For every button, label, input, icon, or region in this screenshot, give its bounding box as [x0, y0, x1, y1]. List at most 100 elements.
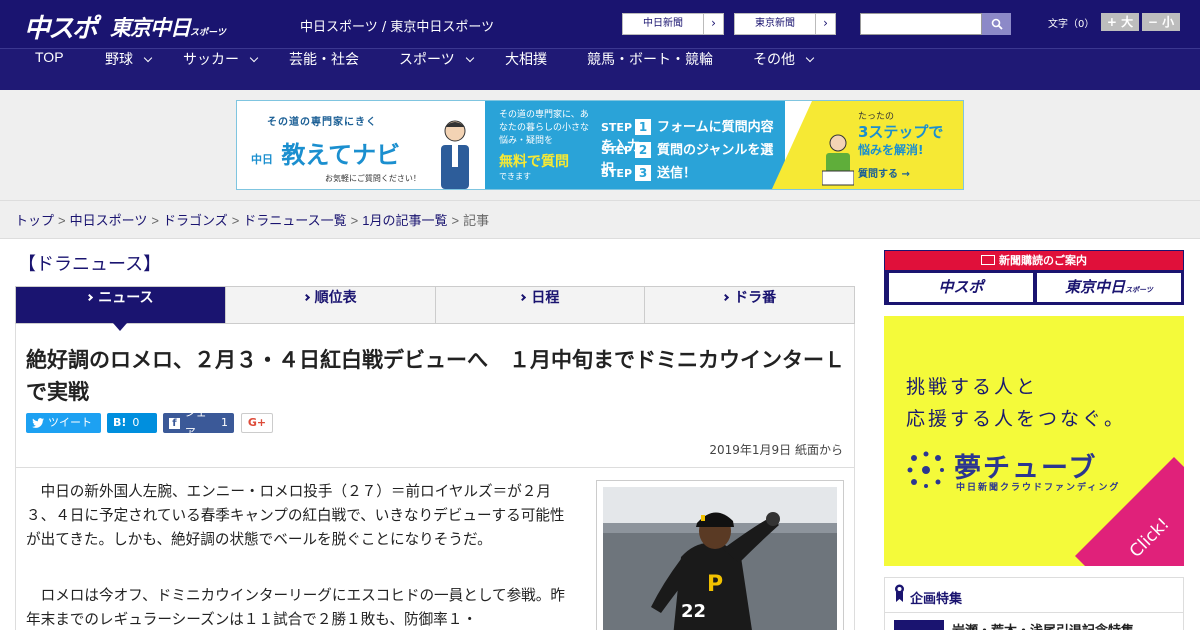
nav-item-top[interactable]: TOP — [35, 49, 64, 91]
nav-label: その他 — [753, 51, 795, 67]
facebook-share-button[interactable]: f シェア 1 — [163, 406, 234, 439]
article-photo[interactable]: P 22 — [603, 487, 837, 630]
nav-item-sumo[interactable]: 大相撲 — [505, 49, 547, 91]
subscribe-tokyo-link[interactable]: 東京中日スポーツ — [1037, 273, 1181, 302]
ad-brand-prefix: 中日 — [251, 153, 273, 166]
ad-mid-sub: できます — [499, 172, 531, 181]
step-label: STEP — [601, 121, 633, 134]
step-label: STEP — [601, 167, 633, 180]
chevron-right-icon — [302, 293, 310, 302]
breadcrumb-link[interactable]: トップ — [15, 213, 54, 228]
chuspo-logo[interactable]: 中スポ — [24, 8, 98, 45]
tab-standings[interactable]: 順位表 — [226, 287, 436, 323]
tab-label: 順位表 — [314, 289, 357, 305]
search-button[interactable] — [982, 13, 1011, 35]
search-input[interactable] — [860, 13, 982, 35]
chevron-down-icon — [249, 53, 259, 63]
facebook-label: シェア — [184, 406, 207, 439]
ad-brand-name: 教えてナビ — [281, 141, 401, 169]
ad-mid-panel: その道の専門家に、あなたの暮らしの小さな悩み・疑問を 無料で質問 できます ST… — [485, 101, 785, 189]
step-number: 3 — [635, 165, 652, 181]
hatena-icon: B! — [113, 416, 127, 429]
font-decrease-button[interactable]: − 小 — [1142, 13, 1180, 31]
ad-right-panel: たったの 3ステップで 悩みを解消! 質問する → — [772, 101, 963, 189]
tab-label: ドラ番 — [734, 289, 777, 305]
subscribe-tokyo-text: 東京中日 — [1065, 278, 1126, 296]
ad-tagline: その道の専門家にきく — [267, 117, 377, 128]
chevron-right-icon: › — [703, 14, 723, 34]
google-plus-button[interactable]: G+ — [241, 413, 273, 433]
breadcrumb-link[interactable]: ドラゴンズ — [163, 213, 228, 228]
chevron-right-icon — [722, 293, 730, 302]
ad-right-big: 3ステップで — [858, 123, 944, 141]
nav-label: 競馬・ボート・競輪 — [587, 51, 713, 67]
nav-label: 芸能・社会 — [289, 51, 359, 67]
person-laptop-icon — [822, 134, 854, 186]
nav-item-other[interactable]: その他 — [753, 49, 815, 91]
tab-dora-ban[interactable]: ドラ番 — [645, 287, 854, 323]
nav-label: 野球 — [105, 51, 133, 67]
subscribe-tokyo-sub: スポーツ — [1125, 286, 1153, 294]
breadcrumb-link[interactable]: 中日スポーツ — [70, 213, 148, 228]
ad-brand: 中日 教えてナビ — [251, 135, 400, 170]
nav-label: 大相撲 — [505, 51, 547, 67]
nav-item-sports[interactable]: スポーツ — [399, 49, 474, 91]
breadcrumb-separator: > — [58, 213, 66, 228]
ad-step-3: STEP 3 送信！ — [601, 162, 696, 181]
breadcrumb: トップ > 中日スポーツ > ドラゴンズ > ドラニュース一覧 >1月の記事一覧 > 記事 — [15, 210, 489, 229]
breadcrumb-link[interactable]: 1月の記事一覧 — [362, 213, 447, 228]
tokyo-chunichi-logo[interactable]: 東京中日スポーツ — [110, 12, 226, 42]
chevron-right-icon — [519, 293, 527, 302]
subscribe-chuspo-link[interactable]: 中スポ — [889, 273, 1033, 302]
ad-line-1: 挑戦する人と — [906, 376, 1039, 398]
step-label: STEP — [601, 144, 633, 157]
person-illustration-icon — [441, 120, 469, 189]
kikaku-thumbnail[interactable] — [894, 620, 944, 630]
twitter-icon — [32, 418, 44, 428]
nav-item-racing[interactable]: 競馬・ボート・競輪 — [587, 49, 713, 91]
tokyo-shimbun-link[interactable]: 東京新聞 › — [734, 13, 836, 35]
yume-tube-logo-icon — [907, 451, 944, 488]
tweet-button[interactable]: ツイート — [26, 413, 101, 433]
oshiete-navi-ad[interactable]: その道の専門家にきく 中日 教えてナビ お気軽にご質問ください！ その道の専門家… — [236, 100, 964, 190]
nav-label: TOP — [35, 49, 64, 65]
ad-left-panel: その道の専門家にきく 中日 教えてナビ お気軽にご質問ください！ — [237, 101, 485, 189]
section-title: 【ドラニュース】 — [18, 254, 162, 274]
chevron-right-icon — [86, 293, 94, 302]
chevron-down-icon — [143, 53, 153, 63]
nav-label: サッカー — [183, 51, 239, 67]
yume-tube-ad[interactable]: 挑戦する人と 応援する人をつなぐ。 夢チューブ 中日新聞クラウドファンディング … — [884, 316, 1184, 566]
ext-link-label: 中日新聞 — [643, 18, 683, 29]
font-increase-button[interactable]: + 大 — [1101, 13, 1139, 31]
search-icon — [991, 18, 1003, 30]
step-text: 送信！ — [657, 166, 697, 181]
tab-news[interactable]: ニュース — [16, 287, 226, 331]
ad-note: お気軽にご質問ください！ — [325, 174, 421, 183]
breadcrumb-separator: > — [350, 213, 359, 228]
chevron-down-icon — [465, 53, 474, 63]
section-tabs: ニュース 順位表 日程 ドラ番 — [15, 286, 855, 331]
chevron-right-icon: › — [815, 14, 835, 34]
tab-schedule[interactable]: 日程 — [436, 287, 646, 323]
breadcrumb-link[interactable]: ドラニュース一覧 — [243, 213, 346, 228]
tab-label: 日程 — [531, 289, 560, 305]
nav-item-soccer[interactable]: サッカー — [183, 49, 259, 91]
site-header: 中スポ 東京中日スポーツ 中日スポーツ / 東京中日スポーツ 中日新聞 › 東京… — [0, 0, 1200, 48]
nav-item-entertainment[interactable]: 芸能・社会 — [289, 49, 359, 91]
kikaku-item-link[interactable]: 岩瀬・荒木・浅尾引退記念特集 — [952, 620, 1134, 630]
ad-line-2: 応援する人をつなぐ。 — [906, 408, 1127, 430]
subscription-header: 新聞購読のご案内 — [885, 251, 1183, 270]
jersey-number: 22 — [681, 601, 706, 622]
hatena-bookmark-button[interactable]: B! 0 — [107, 413, 157, 433]
kikaku-title: 企画特集 — [910, 592, 963, 607]
divider — [884, 612, 1184, 613]
article-paragraph: ロメロは今オフ、ドミニカウインターリーグにエスコヒドの一員として参戦。昨年末まで… — [26, 587, 565, 628]
step-number: 1 — [635, 119, 652, 135]
ad-cta[interactable]: 質問する → — [858, 165, 910, 180]
chunichi-shimbun-link[interactable]: 中日新聞 › — [622, 13, 724, 35]
jersey-cap-letter: P — [707, 572, 723, 597]
nav-item-baseball[interactable]: 野球 — [105, 49, 153, 91]
subscription-box[interactable]: 新聞購読のご案内 中スポ 東京中日スポーツ — [884, 250, 1184, 305]
article-paragraph: 中日の新外国人左腕、エンニー・ロメロ投手（２７）＝前ロイヤルズ＝が２月３、４日に… — [26, 483, 565, 548]
breadcrumb-current: 記事 — [463, 213, 490, 228]
